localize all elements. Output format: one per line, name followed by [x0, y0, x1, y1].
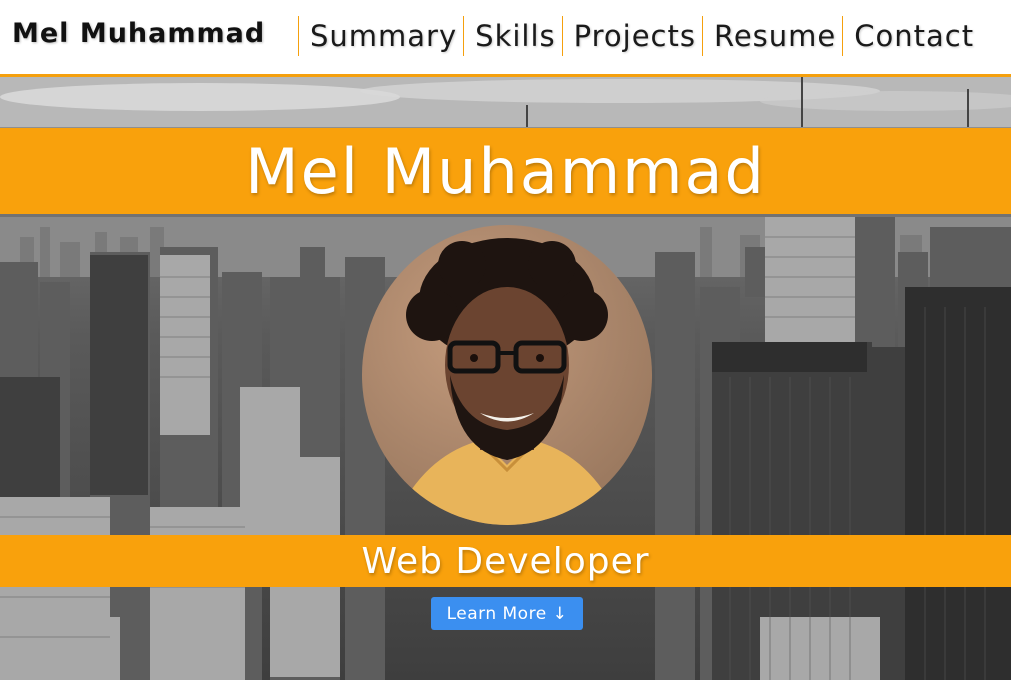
- nav-item-resume[interactable]: Resume: [701, 16, 842, 56]
- nav-item-contact[interactable]: Contact: [842, 16, 980, 56]
- learn-more-button[interactable]: Learn More ↓: [431, 597, 583, 630]
- nav-item-summary[interactable]: Summary: [298, 16, 463, 56]
- nav-item-projects[interactable]: Projects: [561, 16, 702, 56]
- hero-section: Mel Muhammad Web Developer Learn More ↓: [0, 77, 1011, 680]
- brand-logo-link[interactable]: Mel Muhammad: [12, 18, 265, 49]
- learn-more-label: Learn More: [446, 603, 547, 624]
- hero-role-heading: Web Developer: [361, 540, 650, 582]
- top-navbar: Mel Muhammad Summary Skills Projects Res…: [0, 0, 1011, 77]
- hero-name-heading: Mel Muhammad: [245, 134, 766, 208]
- role-banner: Web Developer: [0, 535, 1011, 587]
- name-banner: Mel Muhammad: [0, 128, 1011, 214]
- arrow-down-icon: ↓: [552, 603, 568, 624]
- nav-item-skills[interactable]: Skills: [463, 16, 561, 56]
- nav-menu: Summary Skills Projects Resume Contact: [298, 16, 980, 56]
- profile-photo: [362, 225, 652, 525]
